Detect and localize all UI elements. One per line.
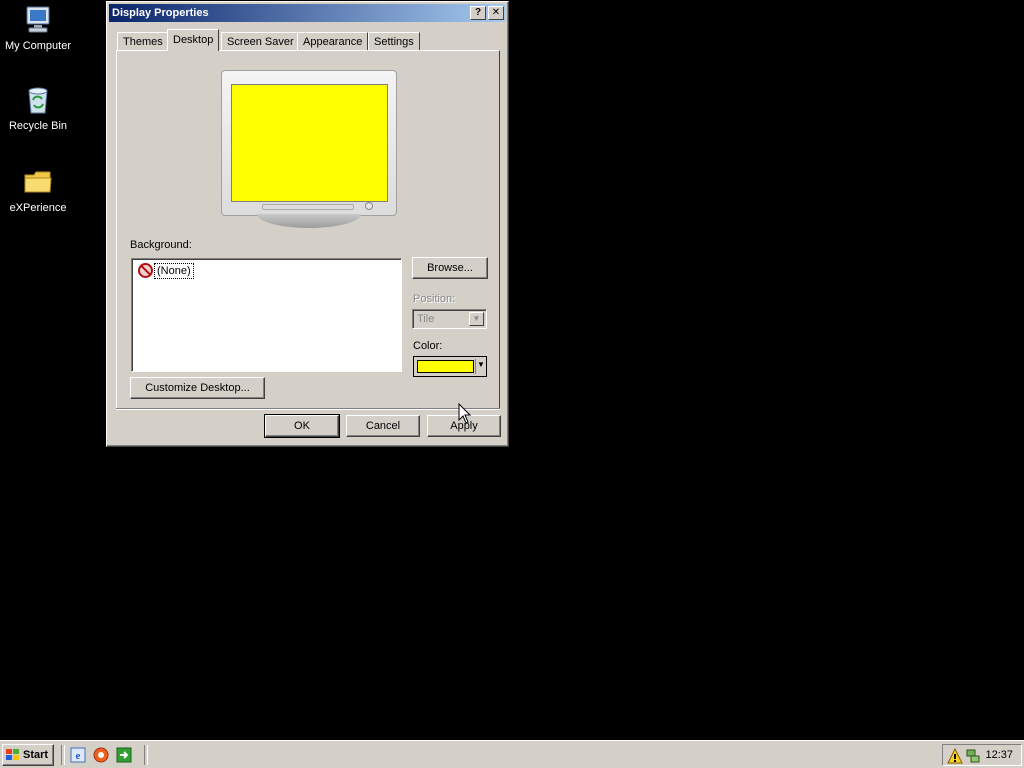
background-list[interactable]: (None) bbox=[131, 258, 402, 372]
color-picker-button[interactable]: ▼ bbox=[413, 356, 487, 377]
tab-desktop[interactable]: Desktop bbox=[167, 29, 220, 51]
start-label: Start bbox=[23, 749, 49, 761]
svg-text:e: e bbox=[76, 750, 81, 762]
show-desktop-icon[interactable] bbox=[116, 747, 132, 763]
customize-desktop-button[interactable]: Customize Desktop... bbox=[130, 377, 265, 399]
tab-screen-saver[interactable]: Screen Saver bbox=[221, 32, 300, 50]
monitor-slot bbox=[262, 204, 354, 210]
chevron-down-icon: ▼ bbox=[477, 360, 485, 369]
my-computer-icon bbox=[22, 4, 54, 36]
help-button[interactable]: ? bbox=[470, 6, 486, 20]
desktop-icon-label: My Computer bbox=[4, 40, 72, 52]
mouse-cursor-icon bbox=[458, 403, 472, 424]
display-properties-window: Display Properties ? ✕ Themes Desktop Sc… bbox=[106, 1, 509, 447]
folder-icon bbox=[22, 166, 54, 198]
monitor-preview bbox=[221, 70, 397, 216]
color-label: Color: bbox=[413, 340, 443, 352]
desktop-icon-label: Recycle Bin bbox=[8, 120, 68, 132]
start-button[interactable]: Start bbox=[2, 744, 54, 766]
taskbar: Start e 12:37 bbox=[0, 740, 1024, 768]
tab-settings[interactable]: Settings bbox=[368, 32, 420, 50]
tab-appearance[interactable]: Appearance bbox=[297, 32, 369, 50]
position-dropdown[interactable]: Tile ▼ bbox=[412, 309, 487, 329]
color-swatch bbox=[417, 360, 474, 373]
no-background-icon bbox=[138, 263, 153, 278]
position-label: Position: bbox=[413, 293, 456, 305]
dialog-divider bbox=[116, 408, 500, 410]
desktop-icon-recycle-bin[interactable]: Recycle Bin bbox=[0, 84, 76, 133]
ok-button[interactable]: OK bbox=[264, 414, 340, 438]
desktop-icon-label: eXPerience bbox=[9, 202, 67, 214]
desktop-icon-experience[interactable]: eXPerience bbox=[0, 166, 76, 215]
position-value: Tile bbox=[417, 313, 435, 325]
network-icon[interactable] bbox=[965, 748, 981, 764]
windows-logo-icon bbox=[6, 749, 19, 760]
background-label: Background: bbox=[130, 239, 192, 251]
recycle-bin-icon bbox=[22, 84, 54, 116]
quick-launch-separator bbox=[144, 745, 148, 765]
dropdown-arrow-icon: ▼ bbox=[469, 312, 484, 326]
quick-launch-separator bbox=[61, 745, 65, 765]
system-tray: 12:37 bbox=[942, 744, 1022, 766]
internet-explorer-icon[interactable]: e bbox=[70, 747, 86, 763]
preview-screen bbox=[231, 84, 388, 202]
tab-themes[interactable]: Themes bbox=[117, 32, 169, 50]
desktop-icon-my-computer[interactable]: My Computer bbox=[0, 4, 76, 53]
clock[interactable]: 12:37 bbox=[985, 749, 1013, 761]
cancel-button[interactable]: Cancel bbox=[346, 415, 420, 437]
monitor-power-led bbox=[365, 202, 373, 210]
media-icon[interactable] bbox=[93, 747, 109, 763]
warning-icon[interactable] bbox=[947, 748, 963, 764]
browse-button[interactable]: Browse... bbox=[412, 257, 488, 279]
close-button[interactable]: ✕ bbox=[488, 6, 504, 20]
title-bar[interactable]: Display Properties ? ✕ bbox=[109, 4, 506, 22]
window-title: Display Properties bbox=[112, 7, 209, 19]
color-button-divider bbox=[475, 359, 476, 374]
background-item-label: (None) bbox=[154, 263, 194, 279]
